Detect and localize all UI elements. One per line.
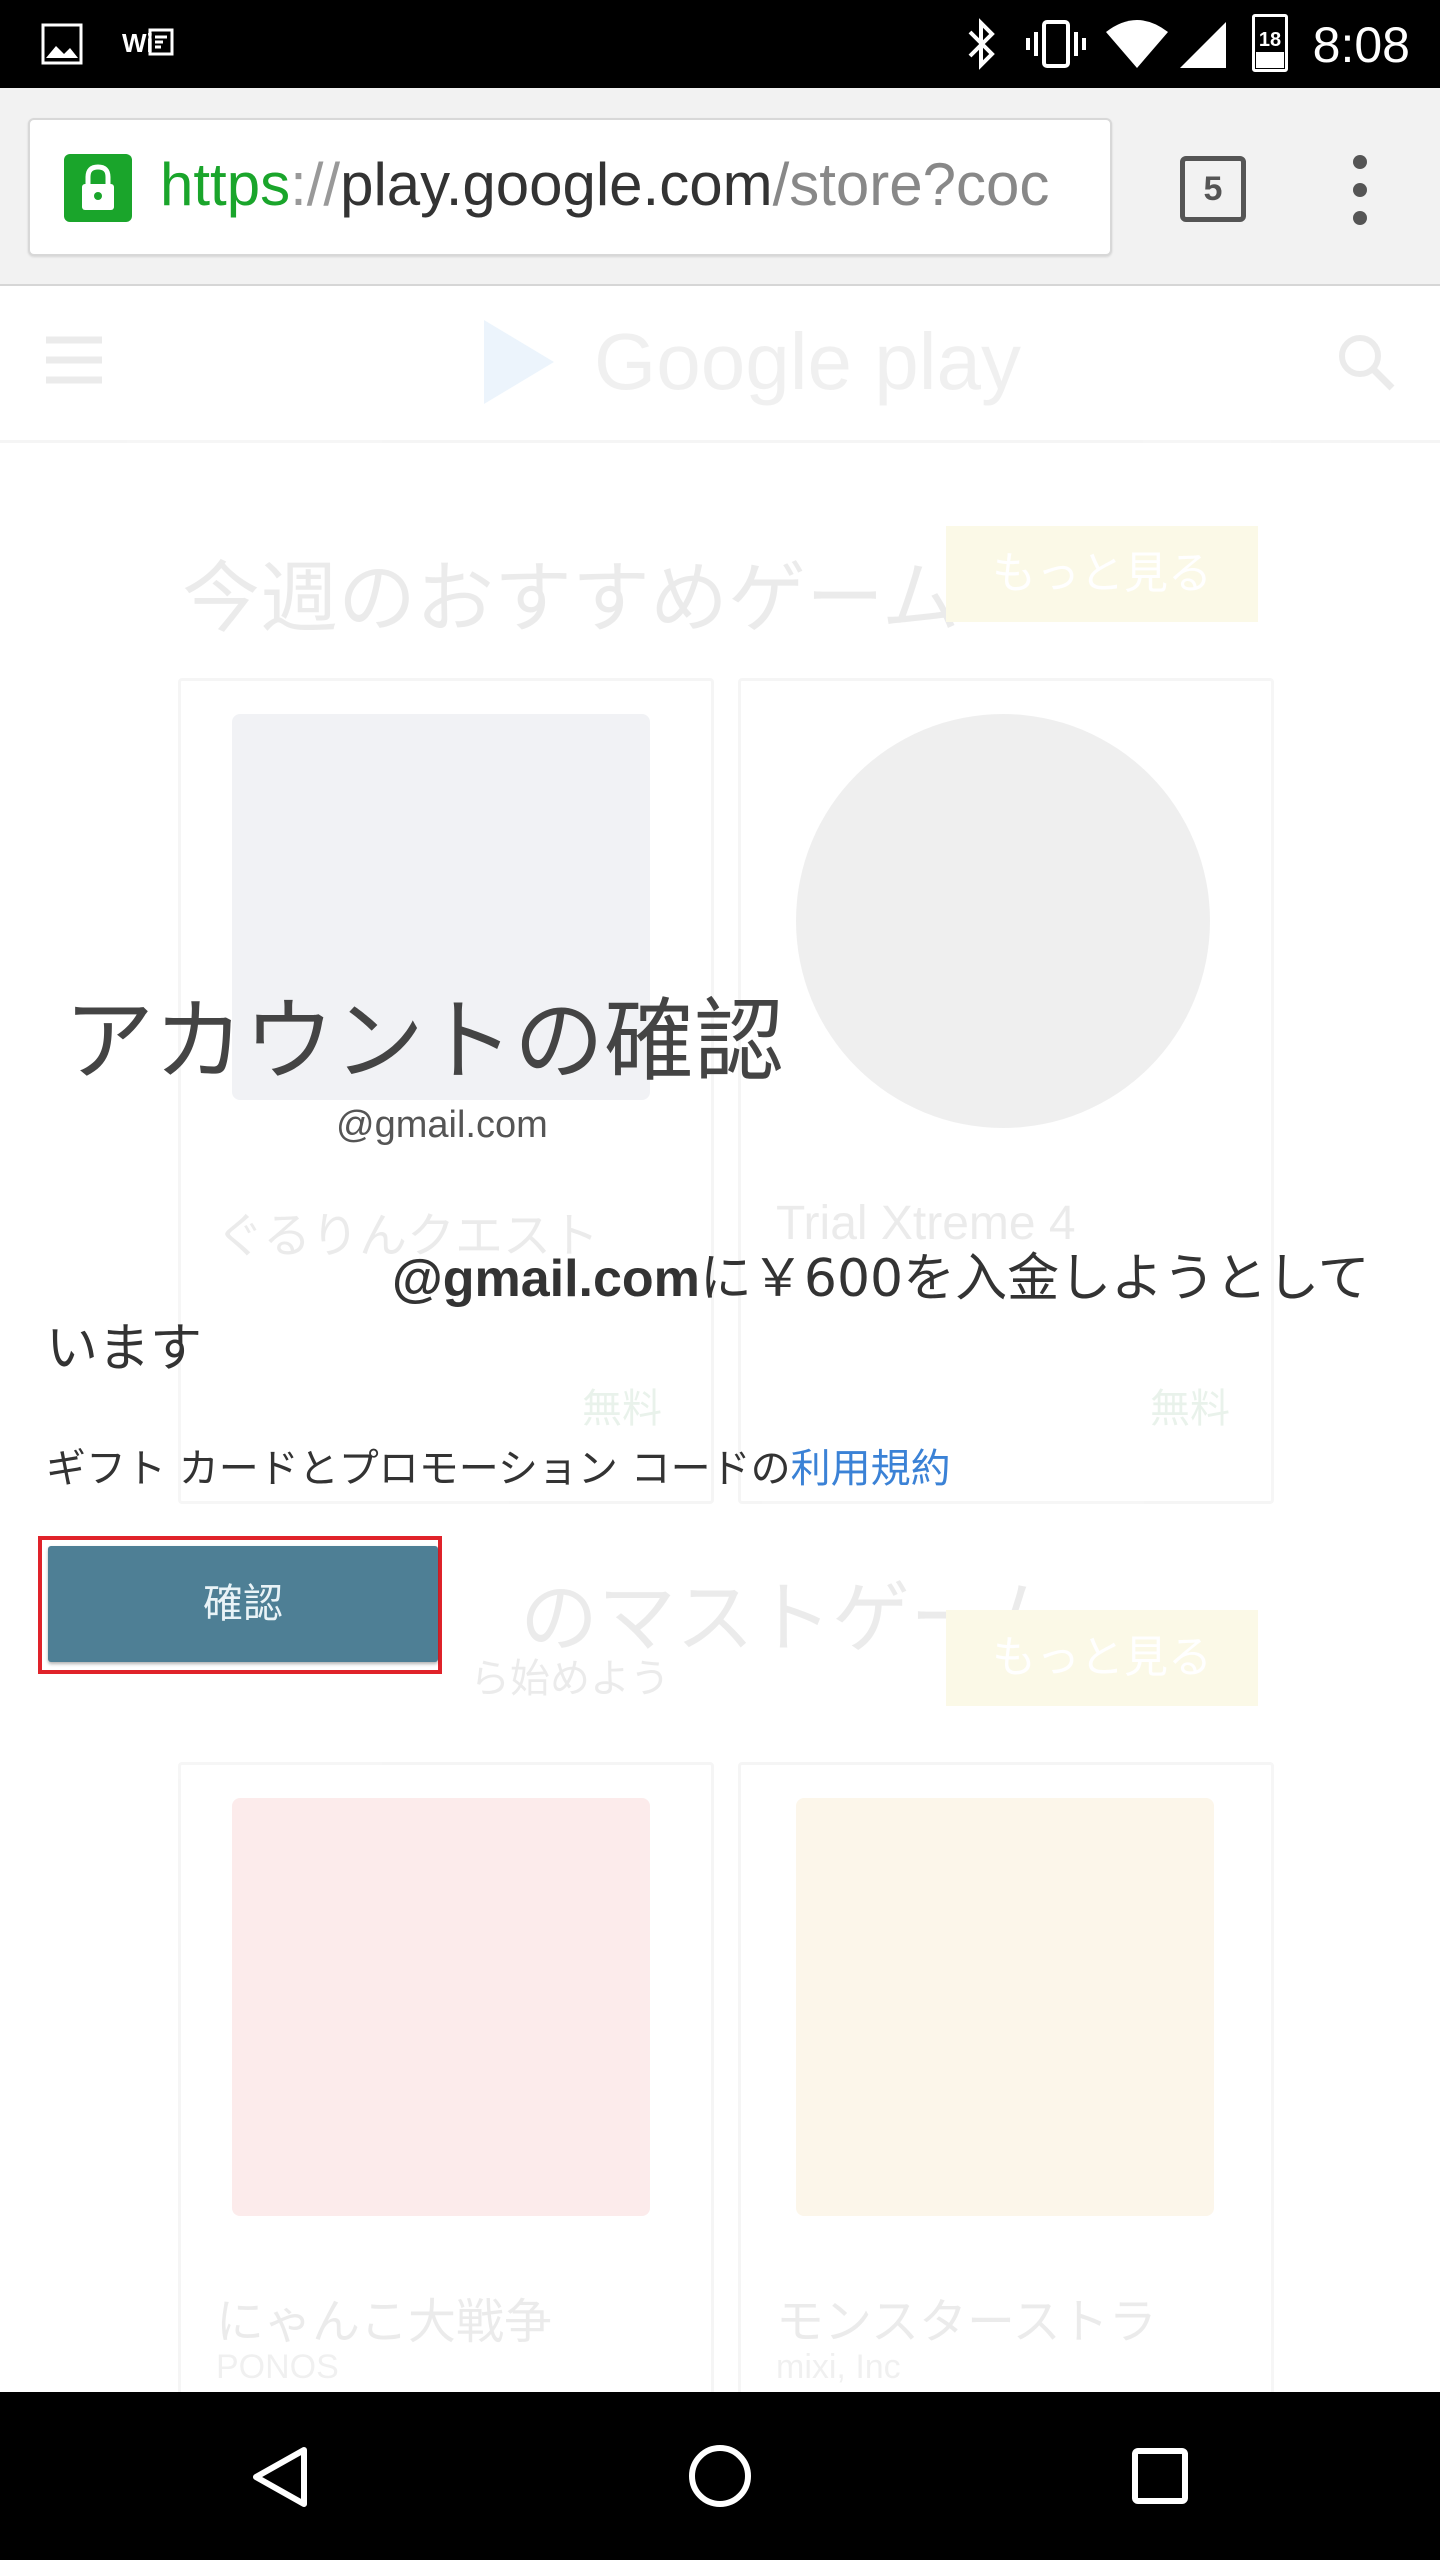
section1-title: 今週のおすすめゲーム — [182, 554, 960, 644]
search-icon — [1339, 335, 1395, 391]
app3-name: にゃんこ大戦争 — [216, 2294, 553, 2350]
url-scheme: https — [160, 151, 291, 218]
battery-level: 18 — [1258, 29, 1282, 51]
section1-more-button: もっと見る — [946, 526, 1258, 622]
navigation-bar — [0, 2392, 1440, 2560]
url-path: /store?coc — [772, 151, 1050, 218]
clock: 8:08 — [1312, 17, 1410, 73]
dialog-message-email: @gmail.com — [392, 1250, 700, 1308]
dialog-message-line1: @gmail.comに￥600を入金しようとして — [392, 1244, 1370, 1314]
play-logo-text: Google play — [594, 317, 1021, 406]
app2-name: Trial Xtreme 4 — [776, 1197, 1076, 1250]
background-page-content: Google play 今週のおすすめゲーム もっと見る ぐるりんクエスト 無料… — [0, 286, 1440, 2468]
play-logo-icon — [484, 320, 554, 404]
confirm-button[interactable]: 確認 — [48, 1546, 438, 1662]
wifi-signal-icon — [1106, 20, 1168, 68]
dialog-message-line2: います — [46, 1319, 203, 1379]
status-bar: Wi 18 8:08 — [0, 0, 1440, 88]
home-icon[interactable] — [686, 2442, 754, 2510]
section2-subtitle: ら始めよう — [470, 1656, 670, 1702]
browser-toolbar: https://play.google.com/store?coc 5 — [0, 88, 1440, 286]
bluetooth-icon — [968, 18, 995, 70]
dialog-title: アカウントの確認 — [64, 989, 784, 1094]
overflow-menu-icon[interactable] — [1340, 150, 1380, 230]
recent-apps-icon[interactable] — [1130, 2446, 1190, 2506]
cell-signal-icon — [1180, 22, 1226, 68]
app4-image — [796, 1798, 1214, 2216]
url-text[interactable]: https://play.google.com/store?coc — [160, 150, 1100, 219]
terms-link[interactable]: 利用規約 — [791, 1446, 951, 1492]
tab-switcher-button[interactable]: 5 — [1180, 156, 1246, 222]
back-icon[interactable] — [248, 2444, 310, 2510]
url-host: play.google.com — [340, 151, 773, 218]
wifi-file-icon — [148, 28, 174, 56]
section2-more-button: もっと見る — [946, 1610, 1258, 1706]
terms-prefix: ギフト カードとプロモーション コードの — [46, 1446, 791, 1492]
url-separator: :// — [290, 151, 341, 218]
dialog-message-amount-text: に￥600を入金しようとして — [699, 1249, 1370, 1309]
hamburger-menu-icon — [46, 336, 102, 384]
app4-developer: mixi, Inc — [776, 2348, 901, 2386]
app2-image — [796, 714, 1210, 1128]
dialog-terms: ギフト カードとプロモーション コードの利用規約 — [46, 1436, 951, 1494]
app3-image — [232, 1798, 650, 2216]
battery-fill — [1256, 52, 1284, 68]
url-bar[interactable]: https://play.google.com/store?coc — [28, 118, 1112, 256]
app2-price: 無料 — [1150, 1386, 1230, 1432]
app3-developer: PONOS — [216, 2348, 339, 2386]
dialog-account-email: @gmail.com — [336, 1104, 548, 1146]
lock-icon — [64, 154, 132, 222]
app4-name: モンスターストラ — [776, 2294, 1157, 2350]
battery-icon: 18 — [1252, 14, 1288, 72]
app1-price: 無料 — [582, 1386, 662, 1432]
gallery-notification-icon — [41, 23, 83, 65]
vibrate-icon — [1026, 20, 1086, 68]
background-page: Google play 今週のおすすめゲーム もっと見る ぐるりんクエスト 無料… — [0, 286, 1440, 2468]
